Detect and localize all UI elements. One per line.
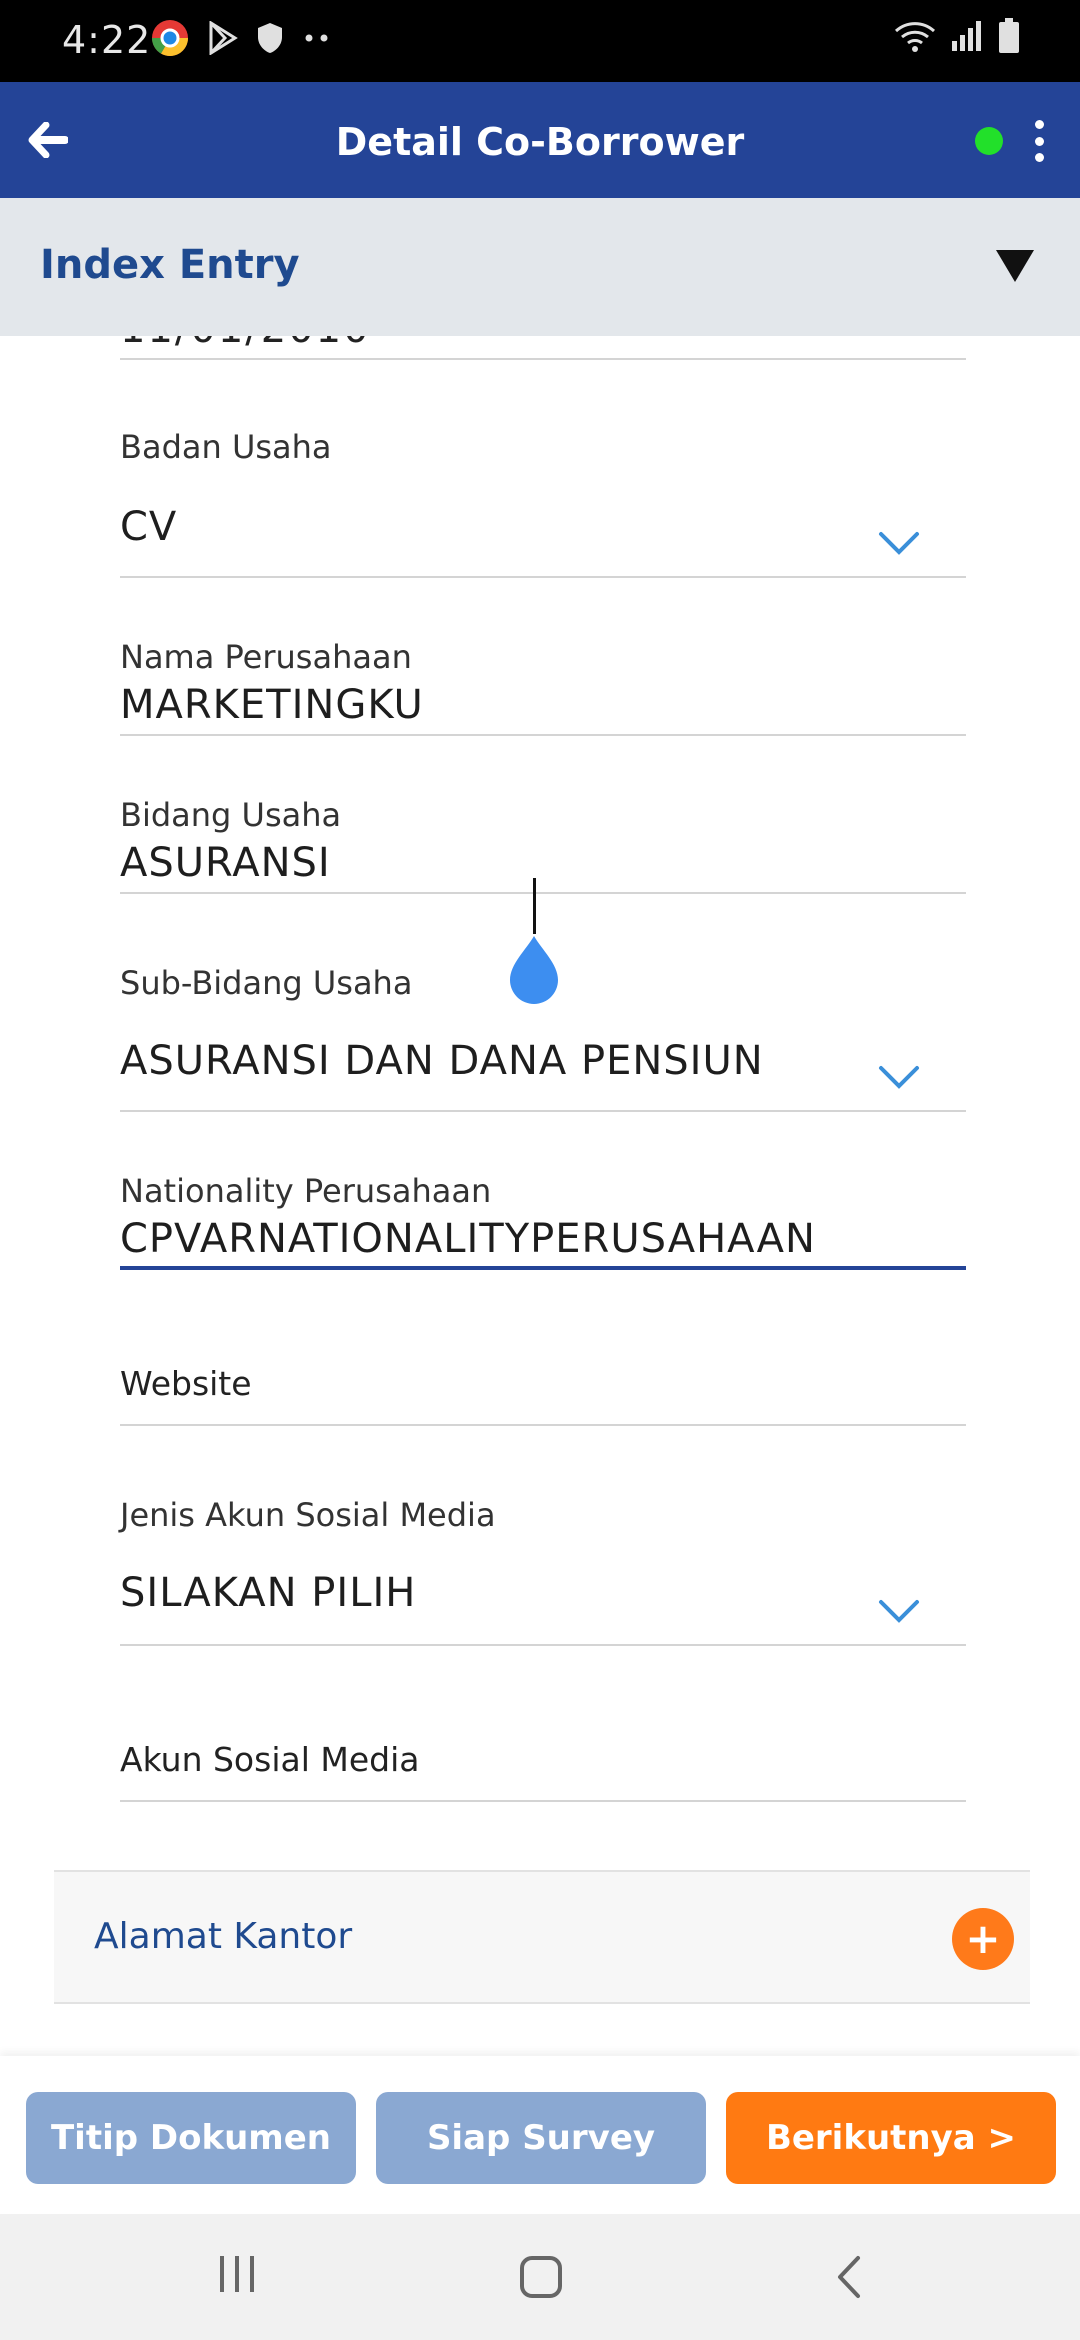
- bottom-actions: Titip Dokumen Siap Survey Berikutnya >: [0, 2056, 1080, 2214]
- chrome-icon: [152, 20, 188, 57]
- jenis-akun-sosial-media-underline: [120, 1644, 966, 1646]
- status-icons-left: [150, 18, 332, 58]
- alamat-kantor-section[interactable]: Alamat Kantor +: [54, 1870, 1030, 2004]
- chevron-down-icon[interactable]: [877, 1062, 921, 1092]
- titip-dokumen-button[interactable]: Titip Dokumen: [26, 2092, 356, 2184]
- date-field-value[interactable]: 11/01/2010: [120, 336, 371, 352]
- alamat-kantor-label: Alamat Kantor: [94, 1916, 353, 1957]
- badan-usaha-select[interactable]: CV: [120, 504, 177, 550]
- nationality-perusahaan-underline: [120, 1266, 966, 1270]
- add-alamat-kantor-button[interactable]: +: [952, 1908, 1014, 1970]
- menu-dot-icon: [1034, 136, 1044, 146]
- section-title: Index Entry: [40, 242, 300, 288]
- recents-bar-icon: [235, 2256, 239, 2292]
- play-store-icon: [209, 21, 238, 55]
- back-chevron-icon[interactable]: [830, 2254, 870, 2300]
- nama-perusahaan-underline: [120, 734, 966, 736]
- siap-survey-button[interactable]: Siap Survey: [376, 2092, 706, 2184]
- more-dots-icon: [305, 34, 328, 42]
- chevron-down-icon[interactable]: [877, 528, 921, 558]
- menu-dot-icon: [1034, 120, 1044, 129]
- badan-usaha-underline: [120, 576, 966, 578]
- nationality-perusahaan-input[interactable]: CPVARNATIONALITYPERUSAHAAN: [120, 1216, 816, 1262]
- badan-usaha-label: Badan Usaha: [120, 428, 332, 466]
- akun-sosial-media-underline[interactable]: [120, 1800, 966, 1802]
- page-title: Detail Co-Borrower: [335, 120, 745, 164]
- date-field-underline: [120, 358, 966, 360]
- nationality-perusahaan-label: Nationality Perusahaan: [120, 1172, 492, 1210]
- website-label: Website: [120, 1364, 252, 1403]
- status-icons-right: [894, 18, 1020, 54]
- signal-icon: [952, 21, 981, 51]
- jenis-akun-sosial-media-label: Jenis Akun Sosial Media: [120, 1496, 496, 1534]
- overflow-menu-button[interactable]: [1025, 116, 1053, 166]
- collapse-triangle-icon[interactable]: [996, 250, 1034, 282]
- text-selection-handle-icon[interactable]: [506, 934, 562, 1004]
- recents-bar-icon: [220, 2256, 224, 2292]
- recents-button[interactable]: [220, 2256, 254, 2292]
- bidang-usaha-underline: [120, 892, 966, 894]
- wifi-icon: [894, 22, 936, 52]
- menu-dot-icon: [1034, 153, 1044, 162]
- online-status-indicator: [975, 127, 1003, 155]
- co-borrower-form: 11/01/2010 Badan Usaha CV Nama Perusahaa…: [0, 336, 1080, 2056]
- bidang-usaha-label: Bidang Usaha: [120, 796, 342, 834]
- status-bar: 4:22: [0, 0, 1080, 82]
- bidang-usaha-input[interactable]: ASURANSI: [120, 840, 331, 886]
- chevron-down-icon[interactable]: [877, 1596, 921, 1626]
- website-underline[interactable]: [120, 1424, 966, 1426]
- battery-icon: [999, 18, 1019, 53]
- jenis-akun-sosial-media-select[interactable]: SILAKAN PILIH: [120, 1570, 416, 1616]
- sub-bidang-usaha-underline: [120, 1110, 966, 1112]
- index-entry-header[interactable]: Index Entry: [0, 198, 1080, 336]
- shield-icon: [258, 23, 282, 53]
- sub-bidang-usaha-select[interactable]: ASURANSI DAN DANA PENSIUN: [120, 1038, 764, 1084]
- app-bar: Detail Co-Borrower: [0, 82, 1080, 198]
- nama-perusahaan-input[interactable]: MARKETINGKU: [120, 682, 424, 728]
- recents-bar-icon: [250, 2256, 254, 2292]
- akun-sosial-media-label: Akun Sosial Media: [120, 1740, 420, 1779]
- home-button[interactable]: [520, 2256, 562, 2298]
- status-time: 4:22: [62, 18, 152, 62]
- text-cursor: [533, 878, 536, 934]
- berikutnya-button[interactable]: Berikutnya >: [726, 2092, 1056, 2184]
- sub-bidang-usaha-label: Sub-Bidang Usaha: [120, 964, 413, 1002]
- nama-perusahaan-label: Nama Perusahaan: [120, 638, 412, 676]
- system-nav-bar: [0, 2214, 1080, 2340]
